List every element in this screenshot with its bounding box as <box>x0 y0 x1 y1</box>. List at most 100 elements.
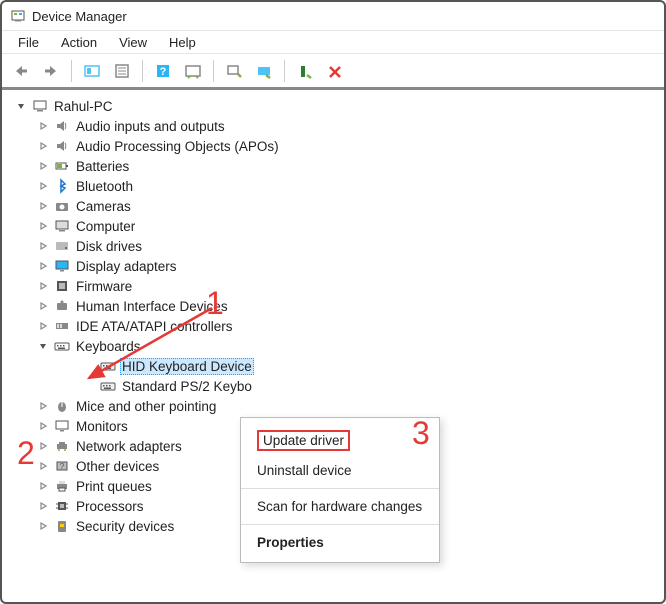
cpu-icon <box>54 498 70 514</box>
menu-view[interactable]: View <box>109 33 157 52</box>
mouse-icon <box>54 398 70 414</box>
tree-category[interactable]: Firmware <box>6 276 660 296</box>
context-menu-update-driver-label: Update driver <box>257 430 350 451</box>
menu-help[interactable]: Help <box>159 33 206 52</box>
properties-button[interactable] <box>109 58 135 84</box>
disk-icon <box>54 238 70 254</box>
tree-category-label: Display adapters <box>74 259 179 274</box>
tree-root-label: Rahul-PC <box>52 99 115 114</box>
window-title: Device Manager <box>32 9 127 24</box>
chevron-right-icon[interactable] <box>36 139 50 153</box>
menu-file[interactable]: File <box>8 33 49 52</box>
chevron-right-icon[interactable] <box>36 179 50 193</box>
tree-category[interactable]: Human Interface Devices <box>6 296 660 316</box>
context-menu-uninstall-device[interactable]: Uninstall device <box>241 457 439 484</box>
tree-category-label: Firmware <box>74 279 134 294</box>
context-menu-separator <box>241 488 439 489</box>
update-driver-button[interactable] <box>221 58 247 84</box>
tree-category-label: Human Interface Devices <box>74 299 230 314</box>
tree-category[interactable]: IDE ATA/ATAPI controllers <box>6 316 660 336</box>
tree-category-label: Bluetooth <box>74 179 135 194</box>
tree-category-label: IDE ATA/ATAPI controllers <box>74 319 235 334</box>
device-manager-icon <box>10 8 26 24</box>
chevron-right-icon[interactable] <box>36 299 50 313</box>
show-hidden-button[interactable] <box>79 58 105 84</box>
tree-category-label: Network adapters <box>74 439 184 454</box>
tree-category-label: Processors <box>74 499 146 514</box>
ide-icon <box>54 318 70 334</box>
toolbar-separator <box>142 60 143 82</box>
chevron-right-icon[interactable] <box>36 419 50 433</box>
keyboard-device-icon <box>100 358 116 374</box>
chevron-right-icon[interactable] <box>36 439 50 453</box>
chevron-right-icon[interactable] <box>36 259 50 273</box>
chevron-down-icon[interactable] <box>14 99 28 113</box>
toolbar-separator <box>71 60 72 82</box>
tree-device[interactable]: HID Keyboard Device <box>6 356 660 376</box>
device-tree-pane[interactable]: Rahul-PC Audio inputs and outputs Audio … <box>2 90 664 602</box>
tree-category-label: Keyboards <box>74 339 143 354</box>
forward-button[interactable] <box>38 58 64 84</box>
tree-category-label: Audio Processing Objects (APOs) <box>74 139 281 154</box>
chevron-right-icon[interactable] <box>36 199 50 213</box>
tree-category[interactable]: Mice and other pointing <box>6 396 660 416</box>
enable-button[interactable] <box>251 58 277 84</box>
menu-action[interactable]: Action <box>51 33 107 52</box>
chevron-right-icon[interactable] <box>36 279 50 293</box>
chevron-right-icon[interactable] <box>36 219 50 233</box>
chevron-right-icon[interactable] <box>36 459 50 473</box>
tree-category[interactable]: Disk drives <box>6 236 660 256</box>
display-icon <box>54 258 70 274</box>
camera-icon <box>54 198 70 214</box>
chevron-right-icon[interactable] <box>36 159 50 173</box>
svg-text:?: ? <box>160 66 167 78</box>
context-menu: Update driver Uninstall device Scan for … <box>240 417 440 563</box>
context-menu-properties[interactable]: Properties <box>241 529 439 556</box>
context-menu-separator <box>241 524 439 525</box>
help-button[interactable]: ? <box>150 58 176 84</box>
other-icon: ? <box>54 458 70 474</box>
menubar: File Action View Help <box>2 30 664 54</box>
chevron-right-icon[interactable] <box>36 119 50 133</box>
chevron-right-icon[interactable] <box>36 519 50 533</box>
tree-category[interactable]: Audio inputs and outputs <box>6 116 660 136</box>
tree-category-label: Disk drives <box>74 239 144 254</box>
tree-category[interactable]: Bluetooth <box>6 176 660 196</box>
tree-category[interactable]: Display adapters <box>6 256 660 276</box>
tree-category-label: Monitors <box>74 419 130 434</box>
tree-category[interactable]: Audio Processing Objects (APOs) <box>6 136 660 156</box>
uninstall-button[interactable] <box>292 58 318 84</box>
context-menu-scan-hardware[interactable]: Scan for hardware changes <box>241 493 439 520</box>
tree-device-label: HID Keyboard Device <box>120 358 254 375</box>
tree-category[interactable]: Computer <box>6 216 660 236</box>
tree-category-label: Security devices <box>74 519 176 534</box>
context-menu-update-driver[interactable]: Update driver <box>241 424 439 457</box>
keyboard-device-icon <box>100 378 116 394</box>
tree-category[interactable]: Cameras <box>6 196 660 216</box>
tree-category[interactable]: Keyboards <box>6 336 660 356</box>
monitor-icon <box>54 418 70 434</box>
back-button[interactable] <box>8 58 34 84</box>
chevron-right-icon[interactable] <box>36 499 50 513</box>
chevron-right-icon[interactable] <box>36 399 50 413</box>
svg-text:?: ? <box>60 462 65 471</box>
tree-category-label: Print queues <box>74 479 154 494</box>
chevron-right-icon[interactable] <box>36 319 50 333</box>
tree-category-label: Cameras <box>74 199 133 214</box>
disable-button[interactable] <box>322 58 348 84</box>
toolbar-separator <box>284 60 285 82</box>
tree-category-label: Audio inputs and outputs <box>74 119 227 134</box>
hid-icon <box>54 298 70 314</box>
firmware-icon <box>54 278 70 294</box>
scan-button[interactable] <box>180 58 206 84</box>
tree-device[interactable]: Standard PS/2 Keybo <box>6 376 660 396</box>
tree-root[interactable]: Rahul-PC <box>6 96 660 116</box>
chevron-right-icon[interactable] <box>36 239 50 253</box>
chevron-down-icon[interactable] <box>36 339 50 353</box>
speaker-icon <box>54 118 70 134</box>
titlebar: Device Manager <box>2 2 664 30</box>
computer-icon <box>54 218 70 234</box>
tree-category-label: Computer <box>74 219 137 234</box>
tree-category[interactable]: Batteries <box>6 156 660 176</box>
chevron-right-icon[interactable] <box>36 479 50 493</box>
